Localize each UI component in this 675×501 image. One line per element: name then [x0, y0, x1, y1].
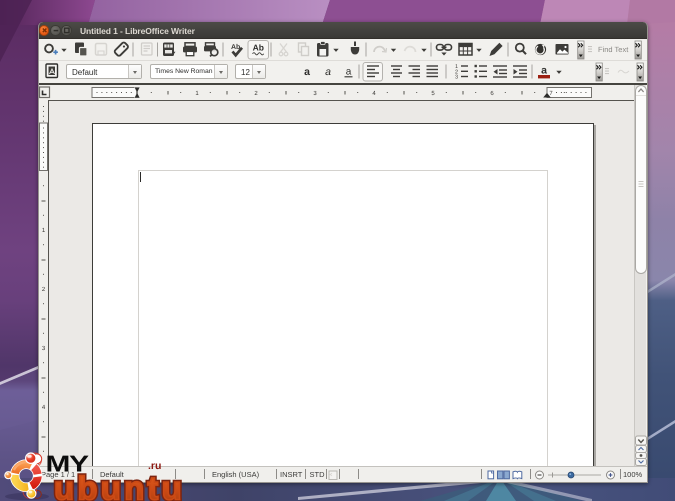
svg-text:3: 3 [455, 75, 458, 81]
svg-text:a: a [325, 66, 331, 78]
svg-text:4: 4 [42, 404, 46, 411]
svg-text:2: 2 [254, 90, 258, 97]
svg-text:1: 1 [42, 227, 46, 234]
svg-text:3: 3 [313, 90, 317, 97]
svg-text:Ab: Ab [253, 43, 264, 53]
svg-text:5: 5 [431, 90, 435, 97]
svg-text:3: 3 [42, 345, 46, 352]
svg-text:Find Text: Find Text [598, 45, 629, 54]
svg-text:4: 4 [372, 90, 376, 97]
svg-text:ubuntu: ubuntu [54, 470, 185, 501]
svg-text:a: a [304, 66, 310, 78]
svg-text:6: 6 [490, 90, 494, 97]
svg-text:2: 2 [42, 286, 46, 293]
svg-text:a: a [541, 65, 547, 77]
svg-text:1: 1 [195, 90, 199, 97]
svg-text:a: a [346, 67, 352, 78]
